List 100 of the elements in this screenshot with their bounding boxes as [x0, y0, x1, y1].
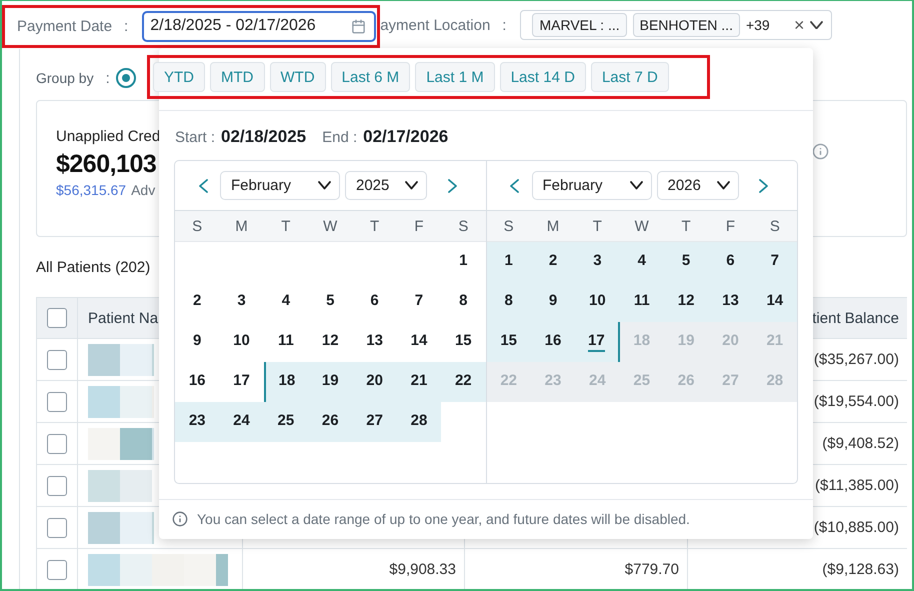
location-chip[interactable]: MARVEL : ...: [532, 13, 627, 37]
month-select[interactable]: February: [532, 171, 652, 200]
day-cell[interactable]: 25: [264, 402, 308, 442]
weekday-label: T: [280, 218, 292, 234]
day-cell[interactable]: 11: [620, 282, 664, 322]
start-date: 02/18/2025: [221, 127, 306, 147]
day-cell[interactable]: 16: [175, 362, 220, 402]
day-cell[interactable]: 1: [486, 242, 531, 282]
day-cell[interactable]: 4: [264, 282, 308, 322]
clear-button[interactable]: ×: [794, 14, 804, 36]
day-cell[interactable]: 2: [530, 242, 576, 282]
day-cell[interactable]: 17: [219, 362, 264, 402]
day-cell[interactable]: 18: [264, 362, 308, 402]
preset-button[interactable]: Last 7 D: [590, 62, 669, 92]
day-cell[interactable]: 13: [352, 322, 397, 362]
calendar-icon: [351, 18, 366, 34]
day-cell[interactable]: 23: [175, 402, 220, 442]
date-range-field[interactable]: 2/18/2025 - 02/17/2026: [142, 10, 376, 42]
day-cell: 20: [708, 322, 753, 362]
day-cell[interactable]: 9: [175, 322, 220, 362]
separator: :: [124, 18, 128, 34]
day-cell[interactable]: 16: [530, 322, 576, 362]
day-cell: 27: [708, 362, 753, 402]
info-icon: [172, 511, 188, 527]
day-cell[interactable]: 8: [486, 282, 531, 322]
day-cell[interactable]: 7: [396, 282, 442, 322]
checkbox[interactable]: [47, 434, 67, 454]
month-select[interactable]: February: [220, 171, 340, 200]
day-cell[interactable]: 7: [752, 242, 797, 282]
day-cell[interactable]: 11: [264, 322, 308, 362]
day-cell[interactable]: 24: [219, 402, 264, 442]
checkbox[interactable]: [47, 308, 67, 328]
day-cell[interactable]: 5: [664, 242, 708, 282]
previous-icon[interactable]: [198, 178, 208, 192]
day-cell[interactable]: 14: [396, 322, 442, 362]
day-cell[interactable]: 3: [219, 282, 264, 322]
day-cell[interactable]: 17: [575, 322, 620, 362]
day-cell[interactable]: 19: [308, 362, 352, 402]
chevron-down-icon[interactable]: [810, 20, 824, 30]
chevron-down-icon: [630, 181, 642, 190]
more-count: +39: [746, 17, 770, 33]
day-cell[interactable]: 6: [352, 282, 397, 322]
weekday-label: S: [457, 218, 470, 234]
table-cell: ($19,554.00): [814, 393, 899, 410]
separator: :: [106, 70, 110, 86]
day-cell[interactable]: 22: [441, 362, 486, 402]
day-cell[interactable]: 21: [396, 362, 442, 402]
day-cell[interactable]: 15: [441, 322, 486, 362]
checkbox[interactable]: [47, 518, 67, 538]
year-select[interactable]: 2025: [345, 171, 427, 200]
day-cell[interactable]: 26: [308, 402, 352, 442]
day-cell[interactable]: 27: [352, 402, 397, 442]
day-cell[interactable]: 14: [752, 282, 797, 322]
day-cell[interactable]: 28: [396, 402, 442, 442]
separator: :: [502, 16, 506, 34]
next-icon[interactable]: [759, 178, 768, 192]
end-date: 02/17/2026: [363, 127, 448, 147]
next-icon[interactable]: [448, 178, 456, 192]
table-cell: ($11,385.00): [815, 477, 899, 494]
weekday-label: M: [546, 218, 560, 234]
previous-icon[interactable]: [510, 178, 519, 192]
day-cell[interactable]: 9: [530, 282, 576, 322]
preset-button[interactable]: Last 1 M: [415, 62, 495, 92]
checkbox[interactable]: [47, 560, 67, 580]
preset-button[interactable]: Last 6 M: [330, 62, 410, 92]
day-cell[interactable]: 5: [308, 282, 352, 322]
location-select[interactable]: MARVEL : ... BENHOTEN ... +39 ×: [520, 10, 832, 40]
amount: $260,103: [56, 150, 156, 179]
day-cell[interactable]: 20: [352, 362, 397, 402]
checkbox[interactable]: [47, 392, 67, 412]
preset-button[interactable]: MTD: [210, 62, 264, 92]
day-cell[interactable]: 6: [708, 242, 753, 282]
table-cell: ($35,267.00): [814, 351, 899, 368]
day-cell[interactable]: 13: [708, 282, 753, 322]
day-cell[interactable]: 1: [441, 242, 486, 282]
day-cell[interactable]: 12: [308, 322, 352, 362]
day-cell[interactable]: 12: [664, 282, 708, 322]
day-cell[interactable]: 8: [441, 282, 486, 322]
checkbox[interactable]: [47, 476, 67, 496]
column-header[interactable]: Patient Na: [88, 310, 158, 326]
weekday-label: M: [234, 218, 249, 234]
radio-button[interactable]: [116, 68, 136, 88]
weekday-label: F: [413, 218, 425, 234]
info-icon[interactable]: [812, 143, 829, 160]
hint-text: You can select a date range of up to one year, and future dates will be disabled.: [197, 511, 690, 527]
day-cell[interactable]: 3: [575, 242, 620, 282]
sub-amount: $56,315.67: [56, 182, 126, 198]
preset-button[interactable]: WTD: [270, 62, 326, 92]
day-cell[interactable]: 10: [575, 282, 620, 322]
day-cell[interactable]: 15: [486, 322, 531, 362]
preset-button[interactable]: YTD: [153, 62, 205, 92]
day-cell[interactable]: 4: [620, 242, 664, 282]
preset-button[interactable]: Last 14 D: [500, 62, 586, 92]
location-chip[interactable]: BENHOTEN ...: [632, 13, 740, 37]
checkbox[interactable]: [47, 350, 67, 370]
weekday-label: S: [502, 218, 515, 234]
day-cell[interactable]: 10: [219, 322, 264, 362]
day-cell[interactable]: 2: [175, 282, 220, 322]
column-header[interactable]: tient Balance: [812, 310, 899, 326]
year-select[interactable]: 2026: [656, 171, 738, 200]
